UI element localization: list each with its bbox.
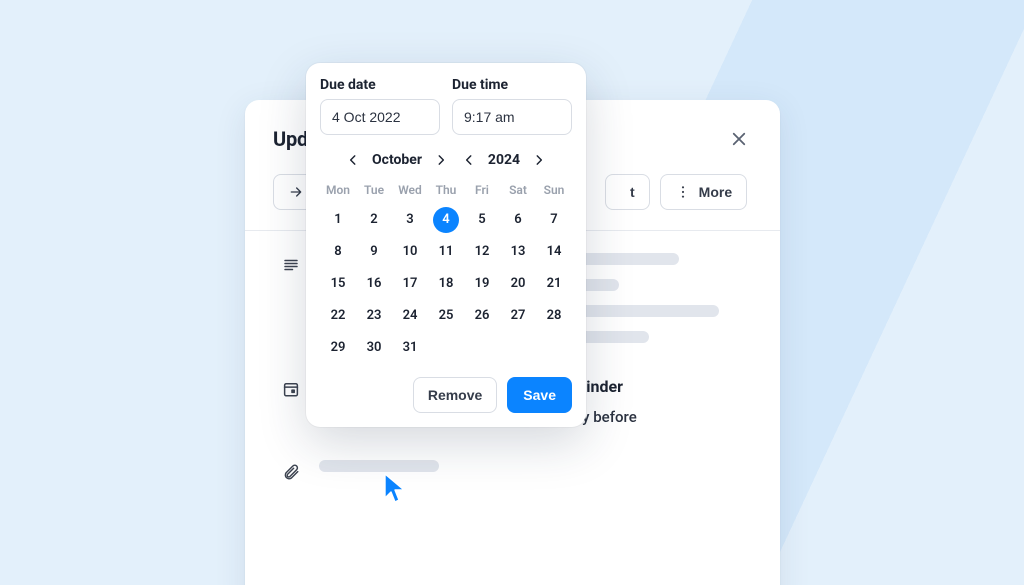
calendar-day[interactable]: 14	[536, 239, 572, 265]
calendar-nav: October 2024	[320, 149, 572, 171]
calendar-day[interactable]: 4	[433, 207, 459, 233]
calendar-day[interactable]: 10	[392, 239, 428, 265]
calendar-icon	[282, 380, 300, 426]
calendar-day[interactable]: 12	[464, 239, 500, 265]
date-picker-popover: Due date Due time October 2024	[306, 63, 586, 427]
calendar-day[interactable]: 8	[320, 239, 356, 265]
due-date-input-label: Due date	[320, 77, 440, 93]
calendar-day[interactable]: 17	[392, 271, 428, 297]
calendar-day[interactable]: 18	[428, 271, 464, 297]
calendar-day[interactable]: 26	[464, 303, 500, 329]
calendar-day[interactable]: 31	[392, 335, 428, 361]
skeleton-line	[319, 460, 439, 472]
calendar-day[interactable]: 25	[428, 303, 464, 329]
year-label: 2024	[482, 152, 526, 168]
more-button[interactable]: More	[660, 174, 747, 210]
next-year-button[interactable]	[528, 149, 550, 171]
calendar-day[interactable]: 16	[356, 271, 392, 297]
calendar-dow: Tue	[356, 179, 392, 201]
calendar-day[interactable]: 30	[356, 335, 392, 361]
more-dots-icon	[675, 184, 691, 200]
due-date-input[interactable]	[320, 99, 440, 135]
calendar-day[interactable]: 23	[356, 303, 392, 329]
calendar-day[interactable]: 1	[320, 207, 356, 233]
more-button-label: More	[699, 184, 732, 200]
truncated-button[interactable]: t	[605, 174, 650, 210]
calendar-day[interactable]: 22	[320, 303, 356, 329]
calendar-day[interactable]: 3	[392, 207, 428, 233]
due-time-input[interactable]	[452, 99, 572, 135]
calendar-day[interactable]: 2	[356, 207, 392, 233]
calendar-dow: Wed	[392, 179, 428, 201]
prev-month-button[interactable]	[342, 149, 364, 171]
month-label: October	[366, 152, 428, 168]
calendar-day[interactable]: 9	[356, 239, 392, 265]
calendar-grid: MonTueWedThuFriSatSun1234567891011121314…	[320, 179, 572, 361]
calendar-day[interactable]: 5	[464, 207, 500, 233]
description-icon	[282, 256, 300, 274]
arrow-right-icon	[288, 184, 304, 200]
calendar-day[interactable]: 19	[464, 271, 500, 297]
calendar-dow: Sat	[500, 179, 536, 201]
prev-year-button[interactable]	[458, 149, 480, 171]
truncated-button-label: t	[630, 184, 635, 200]
calendar-day[interactable]: 28	[536, 303, 572, 329]
calendar-day[interactable]: 15	[320, 271, 356, 297]
calendar-dow: Sun	[536, 179, 572, 201]
close-button[interactable]	[726, 126, 752, 152]
calendar-day[interactable]: 11	[428, 239, 464, 265]
calendar-day[interactable]: 24	[392, 303, 428, 329]
calendar-day[interactable]: 21	[536, 271, 572, 297]
calendar-day[interactable]: 27	[500, 303, 536, 329]
attachment-icon	[282, 463, 300, 481]
calendar-day[interactable]: 7	[536, 207, 572, 233]
calendar-day[interactable]: 29	[320, 335, 356, 361]
save-button[interactable]: Save	[507, 377, 572, 413]
next-month-button[interactable]	[430, 149, 452, 171]
calendar-day[interactable]: 20	[500, 271, 536, 297]
calendar-day[interactable]: 13	[500, 239, 536, 265]
due-time-input-label: Due time	[452, 77, 572, 93]
calendar-dow: Fri	[464, 179, 500, 201]
calendar-dow: Thu	[428, 179, 464, 201]
remove-button[interactable]: Remove	[413, 377, 497, 413]
calendar-dow: Mon	[320, 179, 356, 201]
calendar-day[interactable]: 6	[500, 207, 536, 233]
